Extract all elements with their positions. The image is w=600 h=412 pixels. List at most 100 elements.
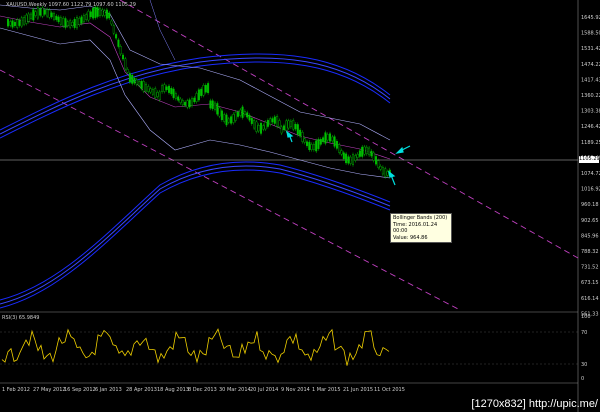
candle-body [234, 111, 237, 121]
candle-body [317, 139, 320, 149]
candle-body [50, 12, 53, 18]
price-axis-label: 1189.25 [581, 140, 600, 146]
time-axis-label: 9 Nov 2014 [281, 387, 310, 393]
candle-body [92, 8, 95, 19]
candle-body [172, 88, 175, 98]
candle-body [264, 121, 267, 130]
tooltip-value: Value: 964.86 [393, 234, 428, 241]
price-axis-label: 845.96 [581, 233, 599, 239]
candle-body [223, 114, 226, 122]
price-axis-label: 616.14 [581, 296, 599, 302]
candle-body [352, 154, 355, 165]
candle-body [299, 129, 302, 137]
candle-body [144, 83, 147, 92]
price-axis-label: 1417.43 [581, 77, 600, 83]
candle-body [273, 116, 276, 124]
candle-body [135, 79, 138, 85]
candle-body [82, 15, 85, 23]
candle-body [181, 100, 184, 106]
price-axis-label: 1016.92 [581, 187, 600, 193]
candle-body [39, 8, 42, 16]
candle-body [170, 88, 173, 95]
candle-body [345, 153, 348, 164]
candle-body [340, 150, 343, 155]
candle-body [62, 17, 65, 27]
candle-body [78, 18, 81, 25]
time-axis-label: 18 Aug 2013 [157, 387, 189, 393]
tooltip-title: Bollinger Bands (200) [393, 215, 448, 221]
candle-body [46, 9, 49, 17]
candle-body [266, 120, 269, 127]
candle-body [41, 7, 44, 17]
candle-body [308, 141, 311, 150]
candle-body [179, 98, 182, 103]
candle-body [59, 17, 62, 25]
candle-body [386, 171, 389, 176]
candle-body [186, 100, 189, 108]
candle-body [110, 20, 113, 25]
candle-body [329, 133, 332, 142]
time-axis-label: 16 Sep 2012 [64, 387, 96, 393]
candle-body [55, 15, 58, 20]
candle-body [365, 146, 368, 154]
candle-body [257, 125, 260, 132]
candle-body [119, 46, 122, 55]
candle-body [195, 93, 198, 102]
candle-body [209, 100, 212, 109]
candle-body [23, 16, 26, 25]
candle-body [66, 21, 69, 26]
candle-body [220, 110, 223, 121]
candle-body [276, 116, 279, 127]
candle-body [193, 97, 196, 103]
candle-body [94, 7, 97, 18]
candle-body [115, 34, 118, 39]
candle-body [154, 88, 157, 98]
candle-body [253, 120, 256, 129]
price-chart[interactable]: 1645.92 1588.50 1531.42 1474.22 1417.43 1360.… [0, 0, 600, 412]
price-axis-label: 1531.42 [581, 46, 600, 52]
candle-body [53, 13, 56, 20]
candle-body [161, 85, 164, 92]
time-axis-label: 30 Mar 2014 [219, 387, 251, 393]
candle-body [303, 138, 306, 143]
candle-body [207, 83, 210, 93]
candle-body [105, 9, 108, 19]
time-axis-label: 1 Feb 2012 [2, 387, 30, 393]
candle-body [204, 85, 207, 93]
candle-body [384, 168, 387, 177]
candle-body [315, 140, 318, 152]
candle-body [128, 73, 131, 83]
candle-body [13, 21, 16, 26]
candle-body [112, 25, 115, 34]
candle-body [225, 114, 228, 126]
candle-body [18, 20, 21, 26]
candle-body [250, 118, 253, 124]
current-price-label: 1105.29 [579, 156, 600, 163]
time-axis-label: 27 May 2012 [33, 387, 66, 393]
candle-body [310, 144, 313, 150]
candle-body [165, 86, 168, 90]
candle-body [236, 111, 239, 117]
price-axis-label: 1246.42 [581, 124, 600, 130]
candle-body [75, 17, 78, 29]
candle-body [69, 20, 72, 28]
candle-body [131, 74, 134, 84]
candle-body [262, 125, 265, 130]
price-axis-label: 960.18 [581, 202, 599, 208]
candle-body [289, 120, 292, 128]
candle-body [312, 143, 315, 150]
candle-body [294, 124, 297, 130]
time-axis-label: 28 Apr 2013 [126, 387, 157, 393]
candle-body [117, 39, 120, 47]
candle-body [319, 138, 322, 145]
price-axis-label: 788.32 [581, 249, 599, 255]
candle-body [188, 99, 191, 108]
candle-body [379, 166, 382, 170]
candle-body [296, 124, 299, 135]
candle-body [156, 92, 159, 97]
candle-body [248, 115, 251, 121]
candle-body [246, 112, 249, 118]
candle-body [96, 7, 99, 17]
candle-body [301, 132, 304, 142]
watermark: [1270x832] http://upic.me/ [471, 398, 598, 410]
